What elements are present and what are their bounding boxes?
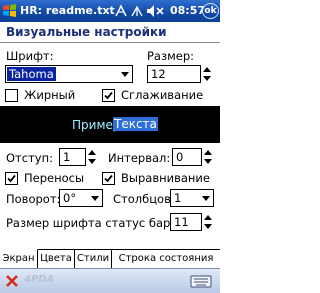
tab-screen[interactable]: Экран bbox=[0, 249, 38, 268]
hyphens-label: Переносы bbox=[24, 171, 85, 185]
windows-start-icon[interactable] bbox=[2, 3, 17, 18]
text-preview: Пример Текста bbox=[0, 106, 220, 143]
smoothing-checkbox[interactable] bbox=[102, 89, 115, 102]
columns-label: Столбцов: bbox=[113, 192, 175, 206]
indent-input[interactable]: 1 bbox=[59, 148, 96, 166]
columns-select[interactable]: 1 bbox=[170, 189, 214, 207]
smoothing-label: Сглаживание bbox=[121, 88, 204, 102]
checkmark-icon bbox=[104, 174, 113, 183]
window-title: HR: readme.txt bbox=[20, 4, 115, 17]
hyphens-checkbox[interactable] bbox=[5, 172, 18, 185]
interval-label: Интервал: bbox=[108, 151, 171, 165]
interval-input[interactable]: 0 bbox=[172, 148, 212, 166]
statusbar-font-value: 11 bbox=[174, 215, 189, 229]
bold-checkbox[interactable] bbox=[5, 89, 18, 102]
font-select[interactable]: Tahoma bbox=[5, 65, 133, 83]
rotation-select[interactable]: 0° bbox=[59, 189, 103, 207]
tab-status-line[interactable]: Строка состояния bbox=[112, 250, 220, 268]
clock[interactable]: 08:57 bbox=[170, 4, 205, 17]
statusbar-font-label: Размер шрифта статус бара: bbox=[6, 216, 182, 230]
statusbar-font-input[interactable]: 11 bbox=[170, 213, 212, 231]
tab-strip: Экран Цвета Стили Строка состояния bbox=[0, 249, 220, 268]
pda-logo: 4PDA bbox=[24, 274, 55, 285]
checkmark-icon bbox=[104, 91, 113, 100]
heading-divider bbox=[0, 42, 220, 43]
chevron-down-icon[interactable] bbox=[199, 190, 213, 206]
network-icon[interactable] bbox=[114, 4, 128, 18]
columns-value: 1 bbox=[174, 191, 182, 205]
keyboard-icon[interactable] bbox=[190, 273, 212, 289]
title-bar: HR: readme.txt 08:57 ok bbox=[0, 0, 220, 22]
size-input[interactable]: 12 bbox=[147, 65, 211, 83]
preview-highlighted-text: Текста bbox=[113, 117, 158, 131]
interval-value: 0 bbox=[176, 150, 184, 164]
statusbar-font-updown-icon[interactable] bbox=[202, 213, 214, 231]
size-label: Размер: bbox=[147, 49, 195, 63]
ok-button[interactable]: ok bbox=[202, 3, 219, 19]
justify-label: Выравнивание bbox=[121, 171, 210, 185]
rotation-label: Поворот: bbox=[6, 192, 61, 206]
tab-colors[interactable]: Цвета bbox=[38, 250, 75, 268]
volume-muted-icon[interactable] bbox=[146, 4, 166, 18]
signal-icon[interactable] bbox=[130, 4, 144, 18]
size-value: 12 bbox=[151, 67, 166, 81]
tab-styles[interactable]: Стили bbox=[75, 250, 112, 268]
chevron-down-icon[interactable] bbox=[118, 66, 132, 82]
indent-value: 1 bbox=[63, 150, 71, 164]
justify-checkbox[interactable] bbox=[102, 172, 115, 185]
interval-updown-icon[interactable] bbox=[202, 148, 214, 166]
chevron-down-icon[interactable] bbox=[88, 190, 102, 206]
bold-label: Жирный bbox=[24, 88, 76, 102]
page-title: Визуальные настройки bbox=[6, 25, 167, 39]
checkmark-icon bbox=[7, 174, 16, 183]
menu-bar: 4PDA bbox=[0, 268, 220, 293]
font-label: Шрифт: bbox=[6, 49, 54, 63]
close-icon[interactable] bbox=[4, 273, 20, 289]
size-updown-icon[interactable] bbox=[201, 65, 213, 83]
indent-updown-icon[interactable] bbox=[86, 148, 98, 166]
font-value: Tahoma bbox=[7, 67, 56, 81]
rotation-value: 0° bbox=[63, 191, 77, 205]
indent-label: Отступ: bbox=[6, 151, 53, 165]
